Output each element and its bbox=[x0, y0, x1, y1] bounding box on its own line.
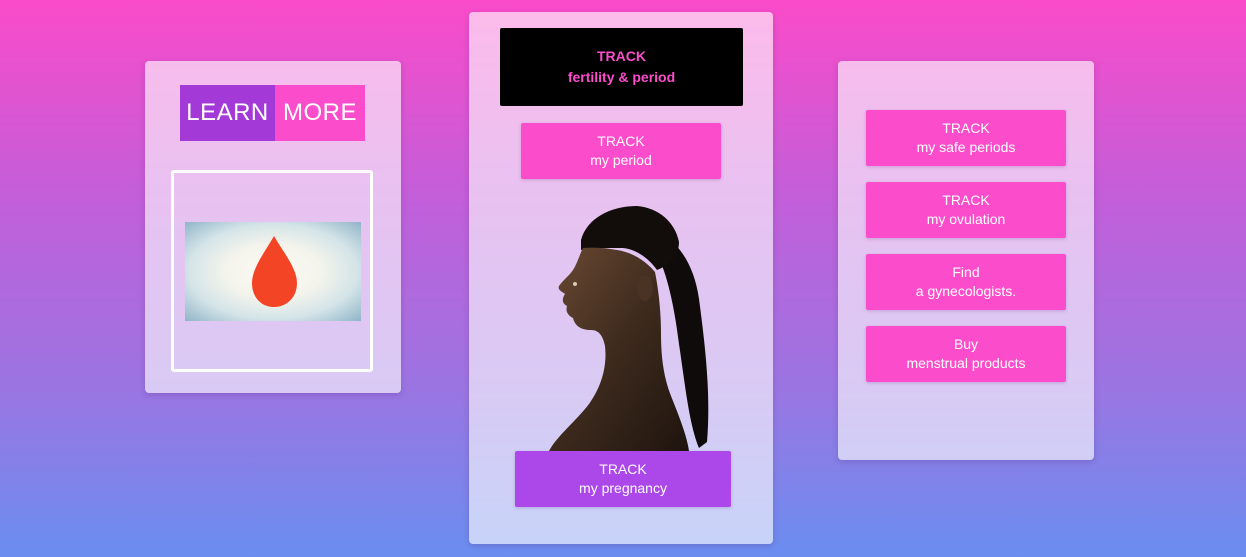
learn-card: LEARN MORE bbox=[145, 61, 401, 393]
track-ovulation-button[interactable]: TRACK my ovulation bbox=[866, 182, 1066, 238]
track-pregnancy-button[interactable]: TRACK my pregnancy bbox=[515, 451, 731, 507]
learn-label: LEARN bbox=[180, 85, 275, 141]
blood-drop-image bbox=[185, 222, 361, 321]
buy-menstrual-products-button[interactable]: Buy menstrual products bbox=[866, 326, 1066, 382]
track-pregnancy-line1: TRACK bbox=[599, 461, 647, 477]
image-frame bbox=[171, 170, 373, 372]
gynecologist-line1: Find bbox=[952, 264, 980, 280]
track-pregnancy-line2: my pregnancy bbox=[579, 480, 667, 496]
learn-more-button[interactable]: LEARN MORE bbox=[180, 85, 365, 141]
track-period-line2: my period bbox=[590, 152, 652, 168]
track-fertility-button[interactable]: TRACK fertility & period bbox=[500, 28, 743, 106]
safe-periods-line1: TRACK bbox=[942, 120, 990, 136]
services-card: TRACK my safe periods TRACK my ovulation… bbox=[838, 61, 1094, 460]
ovulation-line1: TRACK bbox=[942, 192, 990, 208]
gynecologist-line2: a gynecologists. bbox=[915, 283, 1017, 299]
ovulation-line2: my ovulation bbox=[926, 211, 1006, 227]
track-period-line1: TRACK bbox=[597, 133, 645, 149]
find-gynecologist-button[interactable]: Find a gynecologists. bbox=[866, 254, 1066, 310]
track-fertility-line2: fertility & period bbox=[567, 69, 676, 85]
track-period-button[interactable]: TRACK my period bbox=[521, 123, 721, 179]
track-safe-periods-button[interactable]: TRACK my safe periods bbox=[866, 110, 1066, 166]
woman-profile-portrait bbox=[549, 206, 709, 451]
safe-periods-line2: my safe periods bbox=[916, 139, 1016, 155]
buy-products-line2: menstrual products bbox=[906, 355, 1026, 371]
track-fertility-line1: TRACK bbox=[597, 48, 646, 64]
blood-drop-icon bbox=[252, 236, 297, 307]
more-label: MORE bbox=[275, 85, 365, 141]
buy-products-line1: Buy bbox=[953, 336, 979, 352]
track-card: TRACK fertility & period TRACK my period… bbox=[469, 12, 773, 544]
